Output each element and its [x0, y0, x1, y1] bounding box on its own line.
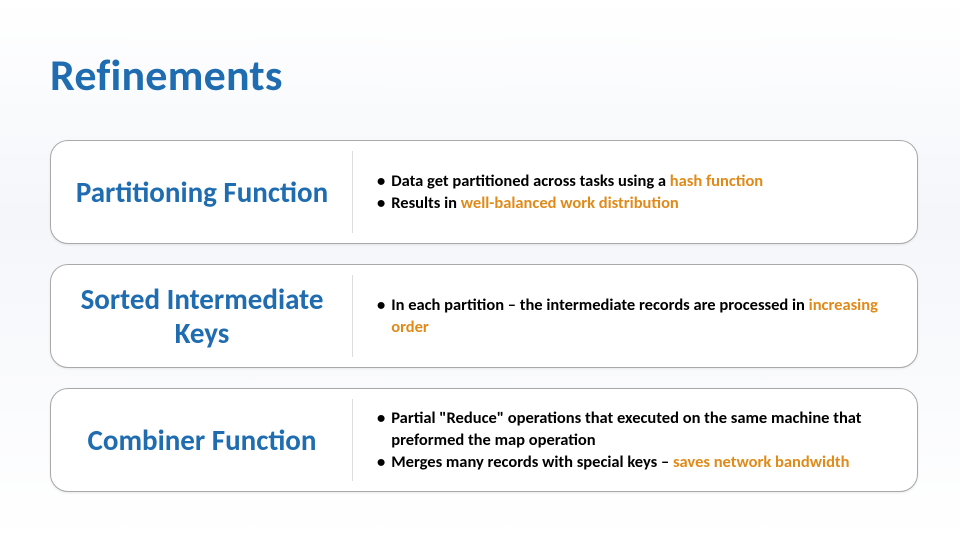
bullet-pre: Results in [391, 193, 461, 213]
bullet-dot-icon: • [377, 407, 385, 429]
bullet-text: Merges many records with special keys – … [391, 451, 895, 473]
bullet-highlight: well-balanced work distribution [461, 193, 679, 213]
row-body: • Partial "Reduce" operations that execu… [353, 389, 917, 491]
slide: Refinements Partitioning Function • Data… [0, 0, 960, 540]
bullet-dot-icon: • [377, 294, 385, 316]
slide-title: Refinements [50, 48, 910, 102]
bullet-dot-icon: • [377, 192, 385, 214]
bullet-item: • Data get partitioned across tasks usin… [377, 170, 895, 192]
row-body: • In each partition – the intermediate r… [353, 265, 917, 367]
row-label: Partitioning Function [51, 141, 353, 243]
bullet-item: • Results in well-balanced work distribu… [377, 192, 895, 214]
bullet-text: Data get partitioned across tasks using … [391, 170, 895, 192]
bullet-highlight: saves network bandwidth [673, 452, 850, 472]
bullet-item: • Merges many records with special keys … [377, 451, 895, 473]
bullet-item: • In each partition – the intermediate r… [377, 294, 895, 339]
bullet-pre: In each partition – the intermediate rec… [391, 295, 808, 315]
bullet-text: Partial "Reduce" operations that execute… [391, 407, 895, 452]
bullet-dot-icon: • [377, 170, 385, 192]
bullet-dot-icon: • [377, 451, 385, 473]
bullet-item: • Partial "Reduce" operations that execu… [377, 407, 895, 452]
row-label: Combiner Function [51, 389, 353, 491]
row-combiner: Combiner Function • Partial "Reduce" ope… [50, 388, 918, 492]
bullet-pre: Data get partitioned across tasks using … [391, 171, 670, 191]
bullet-text: In each partition – the intermediate rec… [391, 294, 895, 339]
row-body: • Data get partitioned across tasks usin… [353, 141, 917, 243]
rows-container: Partitioning Function • Data get partiti… [50, 140, 910, 492]
bullet-pre: Merges many records with special keys – [391, 452, 673, 472]
row-sorted-keys: Sorted Intermediate Keys • In each parti… [50, 264, 918, 368]
row-partitioning: Partitioning Function • Data get partiti… [50, 140, 918, 244]
bullet-highlight: hash function [670, 171, 763, 191]
row-label: Sorted Intermediate Keys [51, 265, 353, 367]
bullet-text: Results in well-balanced work distributi… [391, 192, 895, 214]
bullet-pre: Partial "Reduce" operations that execute… [391, 408, 861, 450]
